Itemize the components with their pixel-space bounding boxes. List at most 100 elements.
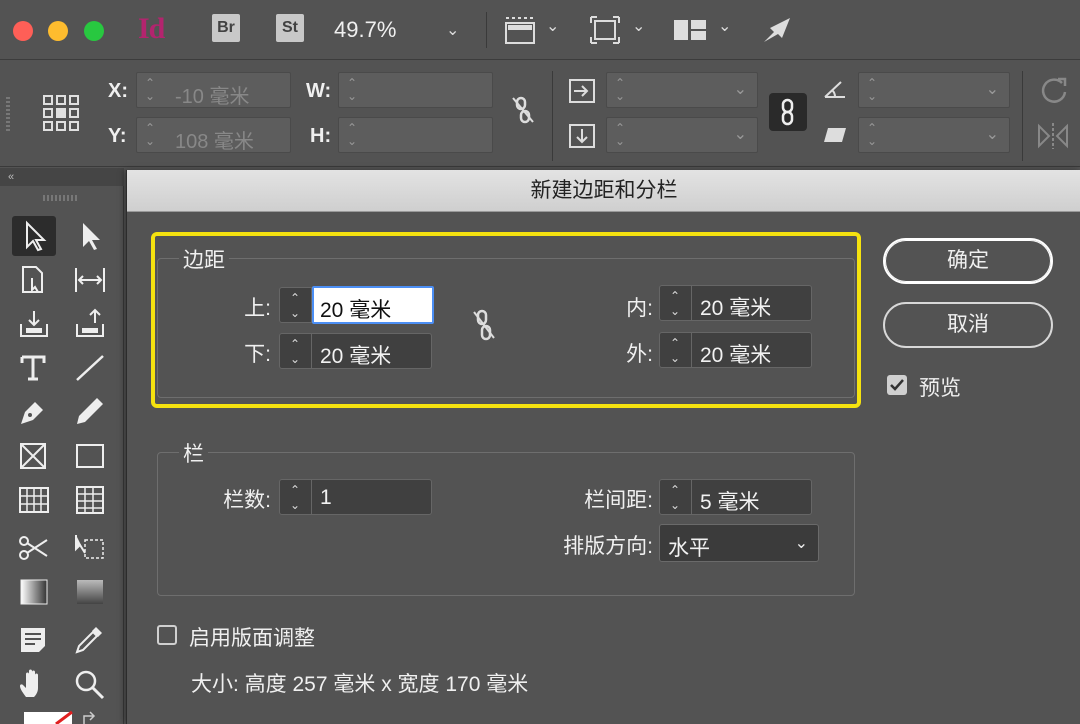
cancel-button[interactable]: 取消 — [883, 302, 1053, 348]
rectangle-icon — [76, 444, 104, 468]
stock-button[interactable]: St — [276, 14, 304, 42]
fill-stroke-swatch-icon[interactable] — [22, 710, 74, 724]
pen-tool[interactable] — [12, 392, 56, 432]
height-field[interactable]: ⌃ ⌄ — [338, 117, 493, 153]
horizontal-grid-tool[interactable] — [12, 480, 56, 520]
outside-margin-stepper[interactable]: ⌃ ⌄ — [660, 333, 692, 367]
bottom-margin-stepper[interactable]: ⌃ ⌄ — [280, 334, 312, 368]
direction-select[interactable]: 水平 ⌄ — [659, 524, 819, 562]
reference-point-grid[interactable] — [43, 95, 79, 131]
bottom-margin-field[interactable]: ⌃ ⌄ 20 毫米 — [279, 333, 432, 369]
rectangle-tool[interactable] — [68, 436, 112, 476]
page-tool[interactable] — [12, 260, 56, 300]
pencil-tool[interactable] — [68, 392, 112, 432]
free-transform-tool[interactable] — [68, 528, 112, 568]
view-options-chevron-icon[interactable]: ⌄ — [546, 16, 559, 36]
control-panel: X: ⌃ ⌄ -10 毫米 Y: ⌃ ⌄ 108 毫米 W: ⌃ ⌄ H: ⌃ ⌄ ⌃ ⌄… — [0, 61, 1080, 167]
publish-online-icon[interactable] — [760, 14, 796, 46]
margins-link-icon[interactable] — [471, 308, 497, 342]
type-tool[interactable] — [12, 348, 56, 388]
eyedropper-tool[interactable] — [68, 620, 112, 660]
shear-stepper-icon[interactable]: ⌃ ⌄ — [865, 122, 879, 148]
constrain-proportions-icon[interactable] — [510, 95, 536, 125]
h-stepper-icon[interactable]: ⌃ ⌄ — [345, 122, 359, 148]
gradient-feather-icon — [77, 580, 103, 604]
direct-selection-tool[interactable] — [68, 216, 112, 256]
gap-tool[interactable] — [68, 260, 112, 300]
vertical-grid-tool[interactable] — [68, 480, 112, 520]
type-t-icon — [20, 355, 46, 381]
close-window-button[interactable] — [13, 21, 33, 41]
bridge-button[interactable]: Br — [212, 14, 240, 42]
control-separator — [552, 71, 553, 161]
note-tool[interactable] — [12, 620, 56, 660]
layout-adjust-label: 启用版面调整 — [189, 627, 315, 650]
scale-y-field[interactable]: ⌃ ⌄ ⌄ — [606, 117, 758, 153]
column-count-label: 栏数: — [223, 489, 271, 512]
selection-tool[interactable] — [12, 216, 56, 256]
ok-button[interactable]: 确定 — [883, 238, 1053, 284]
x-position-field[interactable]: ⌃ ⌄ -10 毫米 — [136, 72, 291, 108]
rotation-angle-field[interactable]: ⌃ ⌄ ⌄ — [858, 72, 1010, 108]
y-position-field[interactable]: ⌃ ⌄ 108 毫米 — [136, 117, 291, 153]
line-tool[interactable] — [68, 348, 112, 388]
inside-margin-field[interactable]: ⌃ ⌄ 20 毫米 — [659, 285, 812, 321]
content-collector-icon — [20, 311, 48, 337]
scissors-tool[interactable] — [12, 528, 56, 568]
gutter-stepper[interactable]: ⌃ ⌄ — [660, 480, 692, 514]
flip-horizontal-icon[interactable] — [1036, 121, 1070, 151]
column-count-field[interactable]: ⌃ ⌄ 1 — [279, 479, 432, 515]
chain-link-icon — [781, 98, 794, 126]
w-stepper-icon[interactable]: ⌃ ⌄ — [345, 77, 359, 103]
minimize-window-button[interactable] — [48, 21, 68, 41]
view-options-icon[interactable] — [502, 14, 538, 46]
zoom-level[interactable]: 49.7% — [334, 17, 396, 43]
arrange-documents-icon[interactable] — [672, 14, 708, 46]
columns-group-label: 栏 — [179, 438, 208, 468]
x-stepper-icon[interactable]: ⌃ ⌄ — [143, 77, 157, 103]
column-count-stepper[interactable]: ⌃ ⌄ — [280, 480, 312, 514]
rotation-stepper-icon[interactable]: ⌃ ⌄ — [865, 77, 879, 103]
hand-tool[interactable] — [12, 664, 56, 704]
direct-selection-arrow-icon — [83, 223, 100, 250]
gradient-swatch-tool[interactable] — [12, 572, 56, 612]
outside-margin-field[interactable]: ⌃ ⌄ 20 毫米 — [659, 332, 812, 368]
zoom-dropdown-chevron-icon[interactable]: ⌄ — [446, 20, 459, 40]
preview-label: 预览 — [919, 377, 961, 400]
collapse-panel-button[interactable]: « — [0, 168, 124, 186]
gradient-feather-tool[interactable] — [68, 572, 112, 612]
shear-angle-field[interactable]: ⌃ ⌄ ⌄ — [858, 117, 1010, 153]
top-margin-field[interactable]: ⌃ ⌄ 20 毫米 — [279, 286, 434, 324]
scale-x-dropdown-icon[interactable]: ⌄ — [734, 79, 747, 99]
hand-icon — [20, 669, 38, 697]
zoom-window-button[interactable] — [84, 21, 104, 41]
new-margins-columns-dialog: 新建边距和分栏 边距 上: ⌃ ⌄ 20 毫米 下: ⌃ ⌄ 20 毫米 内: ⌃ ⌄… — [126, 170, 1080, 724]
y-stepper-icon[interactable]: ⌃ ⌄ — [143, 122, 157, 148]
preview-checkbox[interactable] — [887, 375, 907, 395]
layout-adjust-checkbox[interactable] — [157, 625, 177, 645]
rotation-dropdown-icon[interactable]: ⌄ — [986, 79, 999, 99]
content-placer-tool[interactable] — [68, 304, 112, 344]
magnifier-icon — [75, 670, 105, 700]
top-margin-stepper[interactable]: ⌃ ⌄ — [280, 288, 312, 322]
scale-y-dropdown-icon[interactable]: ⌄ — [734, 124, 747, 144]
screen-mode-icon[interactable] — [588, 14, 622, 46]
arrange-documents-chevron-icon[interactable]: ⌄ — [718, 16, 731, 36]
scale-x-stepper-icon[interactable]: ⌃ ⌄ — [613, 77, 627, 103]
tools-grip[interactable] — [43, 195, 77, 201]
width-field[interactable]: ⌃ ⌄ — [338, 72, 493, 108]
scale-y-stepper-icon[interactable]: ⌃ ⌄ — [613, 122, 627, 148]
scale-x-field[interactable]: ⌃ ⌄ ⌄ — [606, 72, 758, 108]
panel-grip[interactable] — [6, 97, 10, 133]
constrain-scale-button[interactable] — [769, 93, 807, 131]
screen-mode-chevron-icon[interactable]: ⌄ — [632, 16, 645, 36]
content-collector-tool[interactable] — [12, 304, 56, 344]
gutter-field[interactable]: ⌃ ⌄ 5 毫米 — [659, 479, 812, 515]
shear-dropdown-icon[interactable]: ⌄ — [986, 124, 999, 144]
rectangle-frame-tool[interactable] — [12, 436, 56, 476]
inside-margin-stepper[interactable]: ⌃ ⌄ — [660, 286, 692, 320]
rectangle-frame-icon — [20, 443, 46, 469]
rotate-clockwise-icon[interactable] — [1038, 75, 1070, 105]
swap-fill-stroke-icon[interactable] — [80, 710, 98, 724]
zoom-tool[interactable] — [68, 664, 112, 704]
